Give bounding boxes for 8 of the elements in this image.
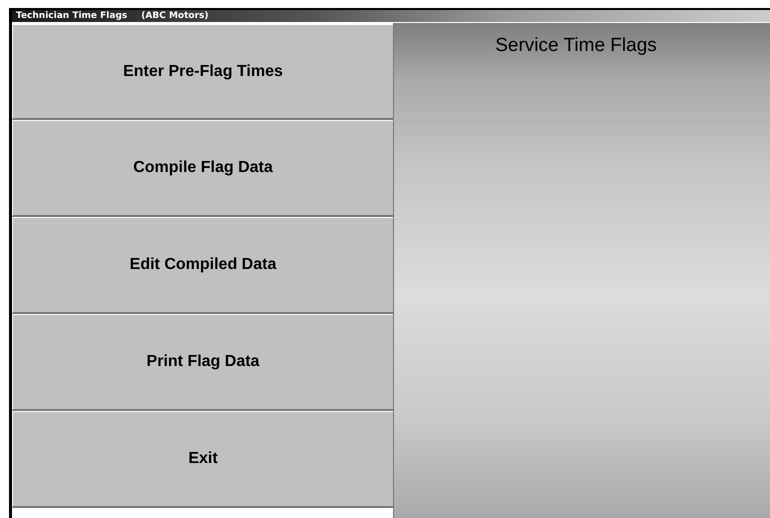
menu-button[interactable]: Exit <box>12 411 393 508</box>
window-subtitle: (ABC Motors) <box>141 11 208 21</box>
menu-button[interactable]: Print Flag Data <box>12 314 393 411</box>
window-title: Technician Time Flags <box>16 11 128 21</box>
panel-title: Service Time Flags <box>495 35 657 57</box>
menu-button[interactable]: Compile Flag Data <box>12 120 393 217</box>
menu-button[interactable]: Enter Pre-Flag Times <box>12 23 393 120</box>
menu-button[interactable]: Edit Compiled Data <box>12 217 393 314</box>
